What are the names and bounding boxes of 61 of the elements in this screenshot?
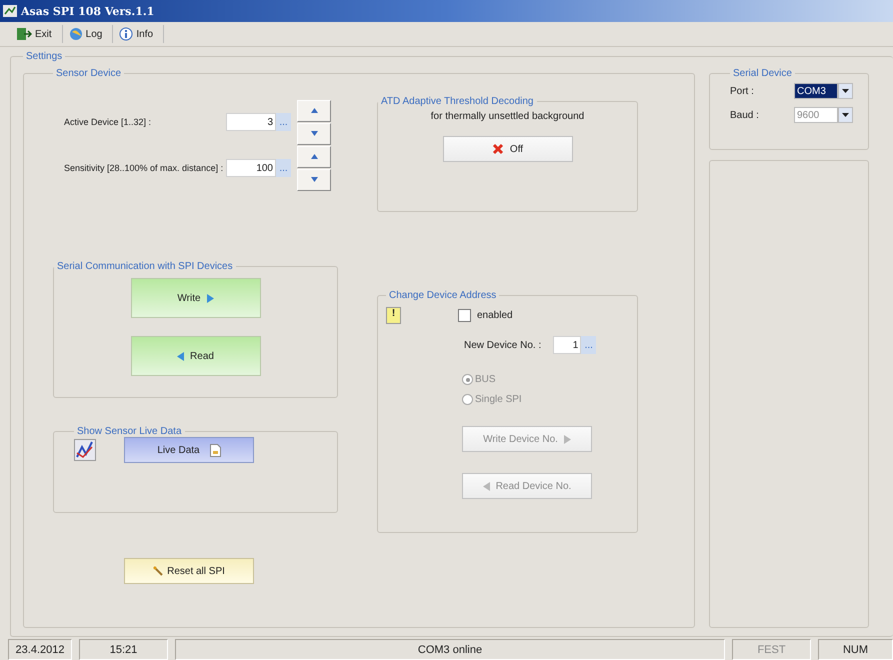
- enabled-checkbox[interactable]: [458, 309, 471, 322]
- field-label: New Device No. :: [464, 340, 542, 350]
- checkbox-label: enabled: [477, 310, 513, 321]
- field-label: Baud :: [730, 110, 760, 120]
- down-arrow-icon: [310, 177, 318, 182]
- number-field[interactable]: 100: [226, 159, 276, 177]
- group-title: Sensor Device: [55, 68, 122, 79]
- left-arrow-icon: [177, 352, 184, 360]
- toolbar-button[interactable]: Exit: [10, 25, 63, 43]
- wand-icon: [153, 566, 164, 576]
- down-arrow-icon: [310, 131, 318, 136]
- group-title: Serial Communication with SPI Devices: [56, 261, 234, 272]
- exit-door-icon: [16, 27, 32, 41]
- dropdown-button[interactable]: [838, 107, 853, 123]
- spin-up-button[interactable]: [297, 146, 331, 168]
- cross-icon: [492, 143, 504, 155]
- field-label: Sensitivity [28..100% of max. distance] :: [64, 163, 224, 173]
- window-title: Asas SPI 108 Vers.1.1: [21, 4, 154, 18]
- status-panel: 15:21: [79, 639, 168, 660]
- warning-icon: !: [386, 307, 401, 324]
- browse-button[interactable]: ...: [276, 159, 291, 177]
- document-icon: [210, 444, 221, 456]
- right-arrow-icon: [206, 294, 214, 302]
- write-button[interactable]: Write: [130, 278, 260, 318]
- browse-button[interactable]: ...: [581, 336, 596, 354]
- up-arrow-icon: [310, 154, 318, 159]
- off-button[interactable]: Off: [442, 136, 572, 162]
- group-title: Serial Device: [732, 68, 793, 79]
- left-arrow-icon: [482, 482, 490, 490]
- app-icon: [3, 5, 17, 17]
- live-data-button[interactable]: Live Data: [124, 437, 254, 463]
- toolbar-button[interactable]: Log: [62, 25, 114, 43]
- caret-icon: [842, 113, 849, 117]
- dropdown-button[interactable]: [838, 83, 853, 99]
- spin-down-button[interactable]: [297, 122, 331, 144]
- field-label: Port :: [730, 86, 755, 96]
- line-chart-icon: [74, 439, 96, 461]
- status-panel: 23.4.2012: [8, 639, 72, 660]
- group-title: Change Device Address: [388, 290, 498, 301]
- status-panel: FEST: [732, 639, 811, 660]
- field-label: Active Device [1..32] :: [64, 117, 152, 127]
- status-panel: COM3 online: [175, 639, 725, 660]
- status-panel: NUM: [818, 639, 893, 660]
- group-title: Show Sensor Live Data: [76, 426, 183, 437]
- number-field[interactable]: 1: [553, 336, 582, 354]
- read-button[interactable]: Read: [130, 336, 260, 376]
- group-title: ATD Adaptive Threshold Decoding: [380, 96, 534, 107]
- toolbar-button[interactable]: Info: [113, 25, 164, 43]
- number-field[interactable]: 3: [226, 113, 276, 131]
- spin-up-button[interactable]: [297, 100, 331, 122]
- globe-icon: [68, 27, 83, 41]
- description-text: for thermally unsettled background: [430, 111, 584, 122]
- caret-icon: [842, 89, 849, 93]
- combo-box[interactable]: COM3: [794, 83, 838, 99]
- info-icon: [119, 27, 134, 41]
- group-title: Settings: [25, 51, 64, 62]
- browse-button[interactable]: ...: [276, 113, 291, 131]
- right-arrow-icon: [564, 434, 571, 444]
- up-arrow-icon: [310, 108, 318, 113]
- spin-down-button[interactable]: [297, 168, 331, 190]
- reset-button[interactable]: Reset all SPI: [124, 558, 254, 584]
